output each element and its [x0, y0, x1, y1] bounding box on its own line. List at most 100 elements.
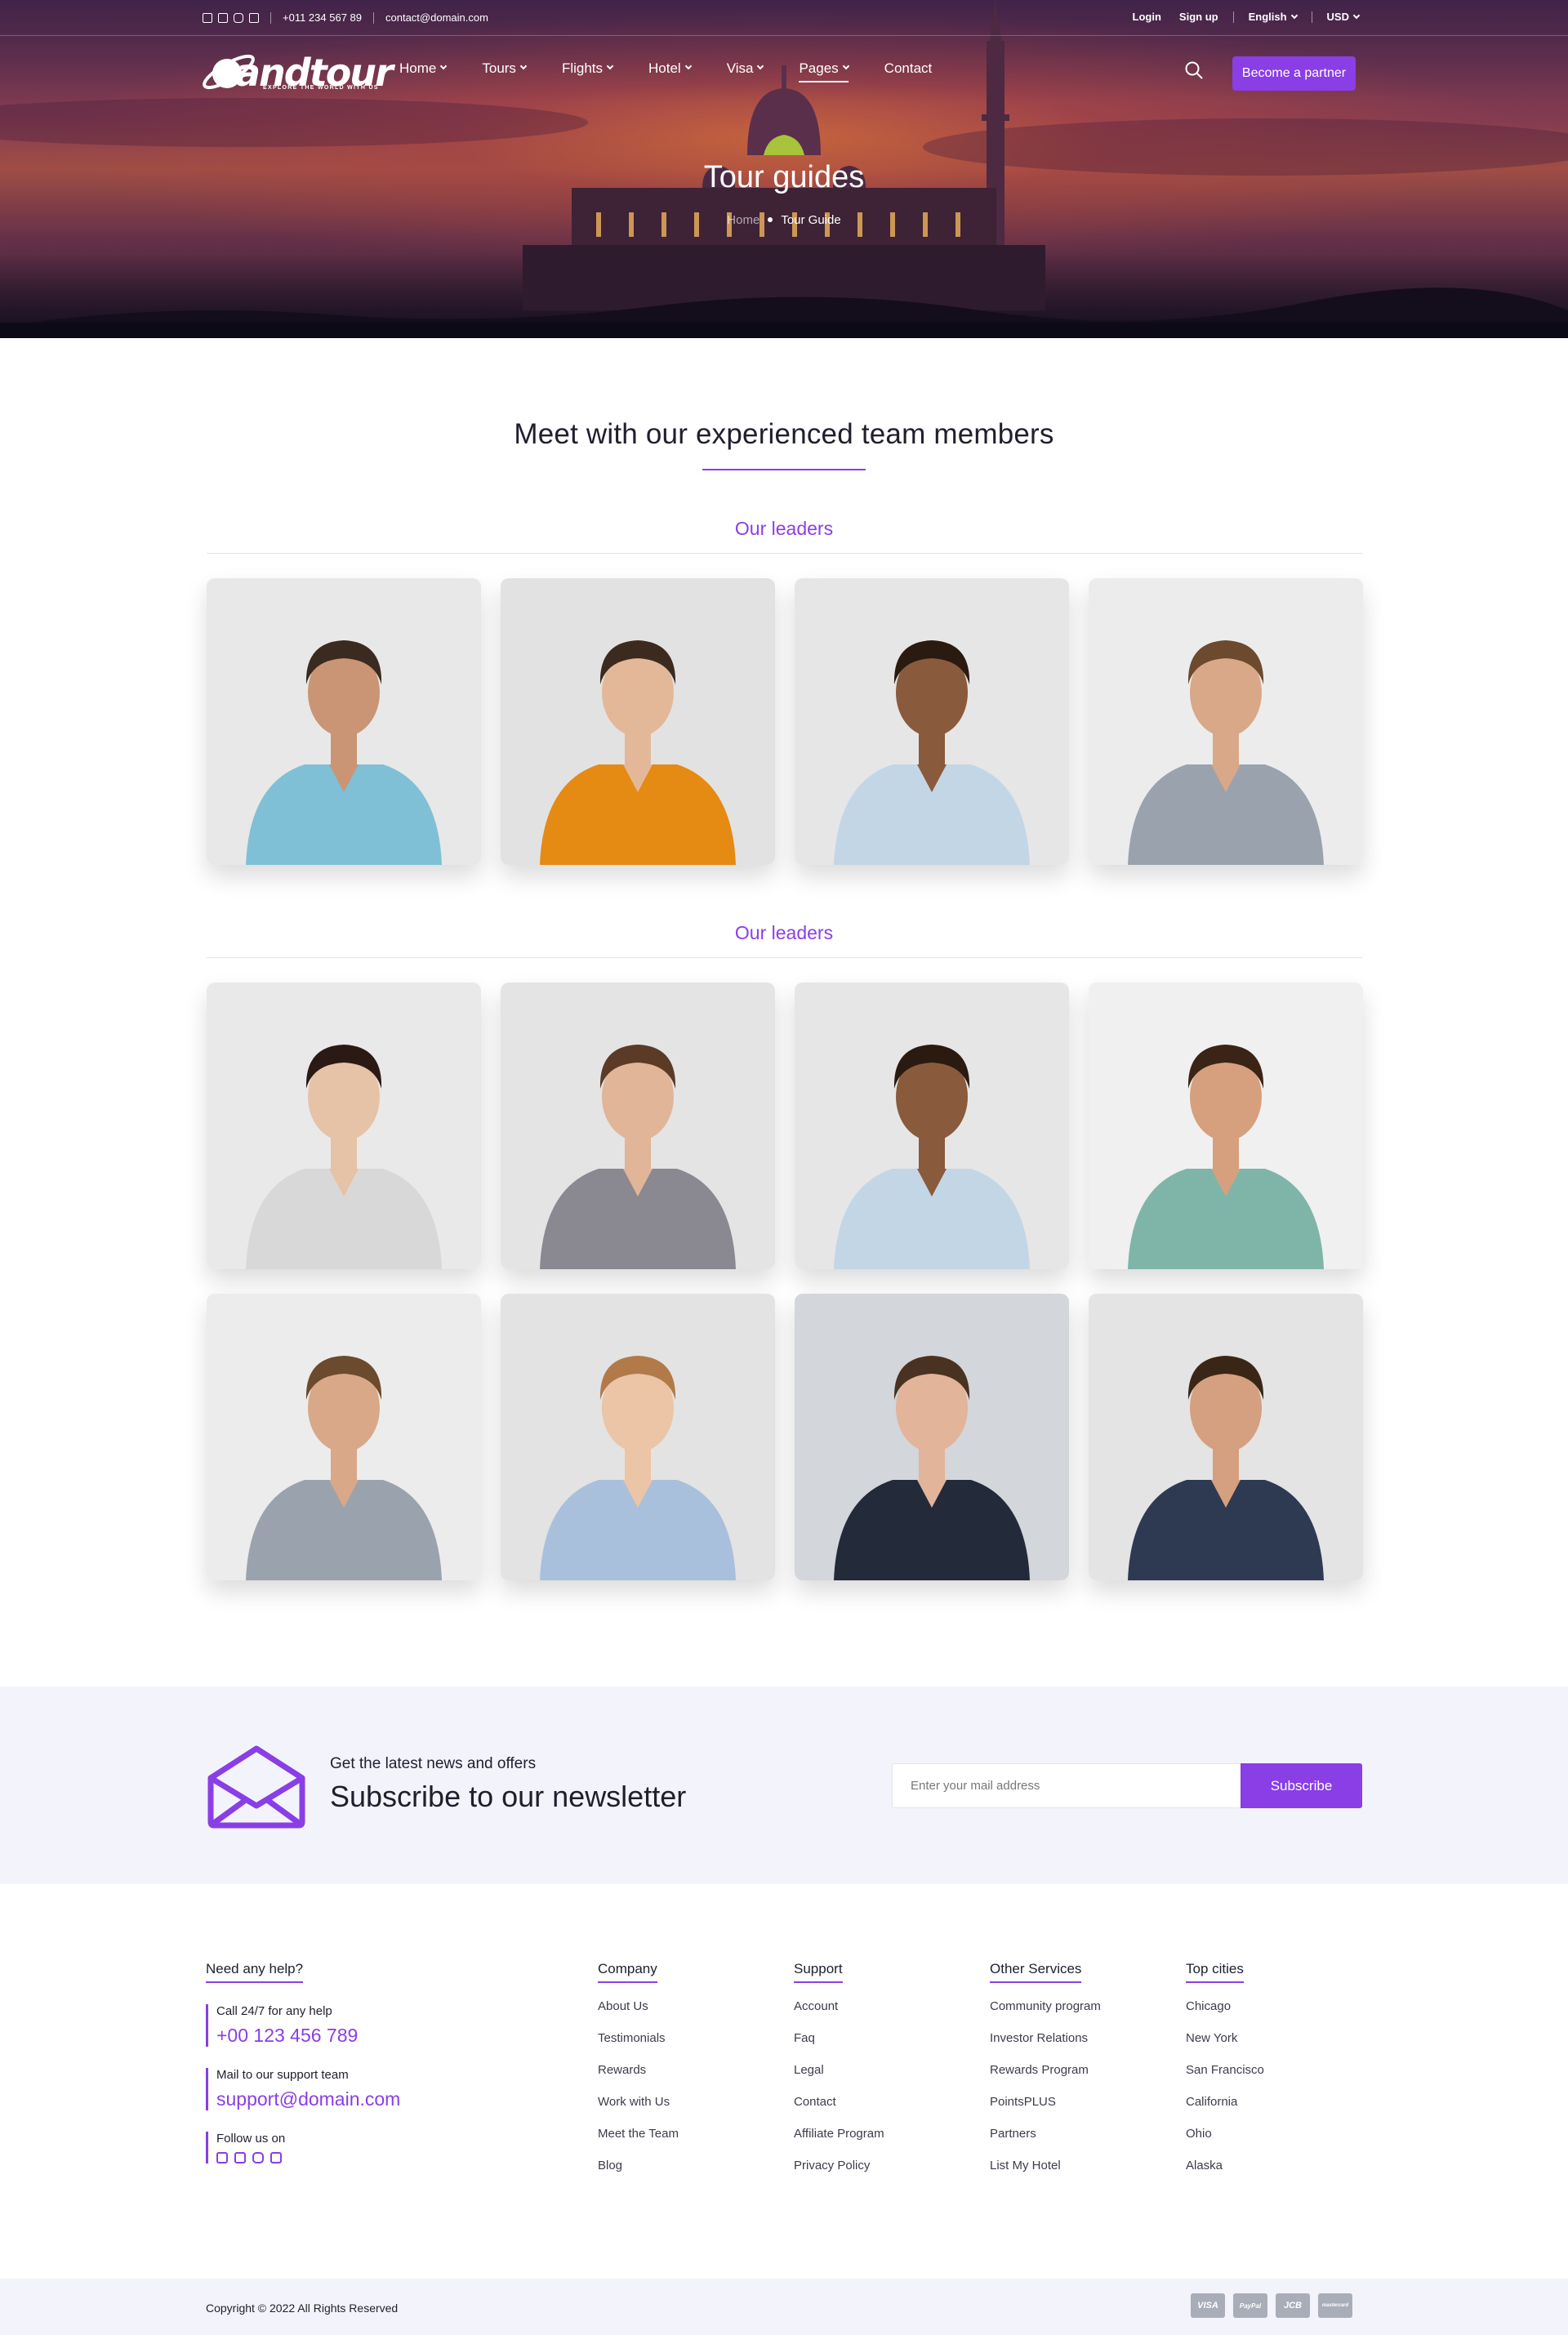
newsletter-kicker: Get the latest news and offers [330, 1755, 537, 1772]
footer-link[interactable]: California [1186, 2095, 1264, 2127]
breadcrumb-separator [768, 217, 773, 222]
nav-item-flights[interactable]: Flights [561, 60, 614, 77]
topbar-email[interactable]: contact@domain.com [385, 11, 488, 24]
instagram-icon[interactable] [252, 2152, 264, 2163]
call-number[interactable]: +00 123 456 789 [216, 2025, 400, 2047]
currency-select[interactable]: USD [1327, 11, 1361, 23]
footer-column-title: Other Services [990, 1961, 1082, 1983]
team-member-card[interactable] [794, 1294, 1069, 1580]
footer-link[interactable]: Work with Us [598, 2095, 679, 2127]
team-member-card[interactable] [206, 578, 481, 865]
footer-link[interactable]: Contact [794, 2095, 884, 2127]
team-member-card[interactable] [794, 578, 1069, 865]
topbar-phone[interactable]: +011 234 567 89 [283, 11, 362, 24]
nav-item-hotel[interactable]: Hotel [648, 60, 692, 77]
signup-link[interactable]: Sign up [1179, 11, 1218, 23]
footer-link[interactable]: Meet the Team [598, 2127, 679, 2159]
paypal-icon: PayPal [1233, 2293, 1267, 2318]
language-label: English [1248, 11, 1287, 23]
footer-column-title: Support [794, 1961, 843, 1983]
footer-link[interactable]: Affiliate Program [794, 2127, 884, 2159]
nav-label: Visa [726, 60, 754, 76]
footer-link[interactable]: Community program [990, 1999, 1101, 2031]
facebook-icon[interactable] [203, 12, 212, 23]
footer-link[interactable]: Faq [794, 2031, 884, 2063]
team-member-card[interactable] [206, 1294, 481, 1580]
footer-link[interactable]: Blog [598, 2159, 679, 2190]
footer-link[interactable]: New York [1186, 2031, 1264, 2063]
subscribe-button[interactable]: Subscribe [1241, 1763, 1362, 1808]
member-portrait [206, 578, 481, 865]
nav-item-visa[interactable]: Visa [727, 60, 764, 77]
footer-link[interactable]: Account [794, 1999, 884, 2031]
nav-item-tours[interactable]: Tours [482, 60, 528, 77]
footer-link[interactable]: Partners [990, 2127, 1101, 2159]
topbar-left: +011 234 567 89 contact@domain.com [203, 11, 500, 24]
main-navbar: andtour EXPLORE THE WORLD WITH US Home T… [0, 36, 1568, 108]
footer-link[interactable]: Ohio [1186, 2127, 1264, 2159]
nav-label: Flights [561, 60, 604, 76]
member-portrait [500, 983, 775, 1269]
member-portrait [794, 578, 1069, 865]
footer-link[interactable]: Rewards Program [990, 2063, 1101, 2095]
breadcrumb-home[interactable]: Home [727, 213, 760, 227]
footer-link[interactable]: List My Hotel [990, 2159, 1101, 2190]
login-link[interactable]: Login [1133, 11, 1161, 23]
topbar-socials [203, 12, 259, 23]
nav-label: Pages [799, 60, 839, 76]
language-select[interactable]: English [1248, 11, 1298, 23]
twitter-icon[interactable] [218, 12, 228, 23]
footer-column-title: Company [598, 1961, 657, 1983]
become-partner-button[interactable]: Become a partner [1232, 56, 1356, 91]
team-member-card[interactable] [500, 983, 775, 1269]
nav-item-contact[interactable]: Contact [884, 60, 933, 77]
support-email[interactable]: support@domain.com [216, 2088, 400, 2110]
team-member-card[interactable] [500, 578, 775, 865]
linkedin-icon[interactable] [249, 12, 259, 23]
footer-link[interactable]: Investor Relations [990, 2031, 1101, 2063]
footer-link[interactable]: Testimonials [598, 2031, 679, 2063]
topbar-right: Login Sign up English USD [1115, 11, 1361, 23]
footer-link[interactable]: Alaska [1186, 2159, 1264, 2190]
footer-link[interactable]: Legal [794, 2063, 884, 2095]
team-member-card[interactable] [500, 1294, 775, 1580]
team-member-card[interactable] [206, 983, 481, 1269]
brand-logo[interactable]: andtour EXPLORE THE WORLD WITH US [199, 44, 394, 101]
nav-menu: Home Tours Flights Hotel Visa Pages Cont… [399, 60, 968, 82]
facebook-icon[interactable] [216, 2152, 228, 2163]
footer-link[interactable]: Rewards [598, 2063, 679, 2095]
heading-underline [702, 469, 866, 470]
footer-link[interactable]: About Us [598, 1999, 679, 2031]
twitter-icon[interactable] [234, 2152, 246, 2163]
nav-label: Hotel [648, 60, 681, 76]
envelope-icon [207, 1745, 305, 1829]
footer-link-list: About Us Testimonials Rewards Work with Us M… [598, 1999, 679, 2190]
member-portrait [1088, 578, 1363, 865]
nav-label: Home [399, 60, 437, 76]
mail-block: Mail to our support team support@domain.… [206, 2068, 400, 2110]
team-member-card[interactable] [794, 983, 1069, 1269]
footer-link[interactable]: Privacy Policy [794, 2159, 884, 2190]
newsletter-section: Get the latest news and offers Subscribe… [0, 1687, 1568, 1884]
member-portrait [794, 1294, 1069, 1580]
team-heading: Meet with our experienced team members [514, 418, 1054, 450]
newsletter-email-input[interactable] [892, 1763, 1241, 1808]
nav-item-home[interactable]: Home [399, 60, 448, 77]
team-grid [206, 578, 1363, 865]
footer-link[interactable]: San Francisco [1186, 2063, 1264, 2095]
footer-link[interactable]: Chicago [1186, 1999, 1264, 2031]
linkedin-icon[interactable] [270, 2152, 282, 2163]
divider [373, 11, 374, 24]
footer-link[interactable]: PointsPLUS [990, 2095, 1101, 2127]
instagram-icon[interactable] [234, 12, 243, 23]
team-member-card[interactable] [1088, 578, 1363, 865]
team-member-card[interactable] [1088, 1294, 1363, 1580]
team-member-card[interactable] [1088, 983, 1363, 1269]
search-icon[interactable] [1184, 60, 1204, 80]
chevron-down-icon [606, 62, 614, 70]
divider [1232, 11, 1234, 23]
footer-link-list: Account Faq Legal Contact Affiliate Program P… [794, 1999, 884, 2190]
chevron-down-icon [1352, 11, 1361, 20]
mail-label: Mail to our support team [216, 2068, 349, 2082]
nav-item-pages[interactable]: Pages [799, 60, 849, 82]
